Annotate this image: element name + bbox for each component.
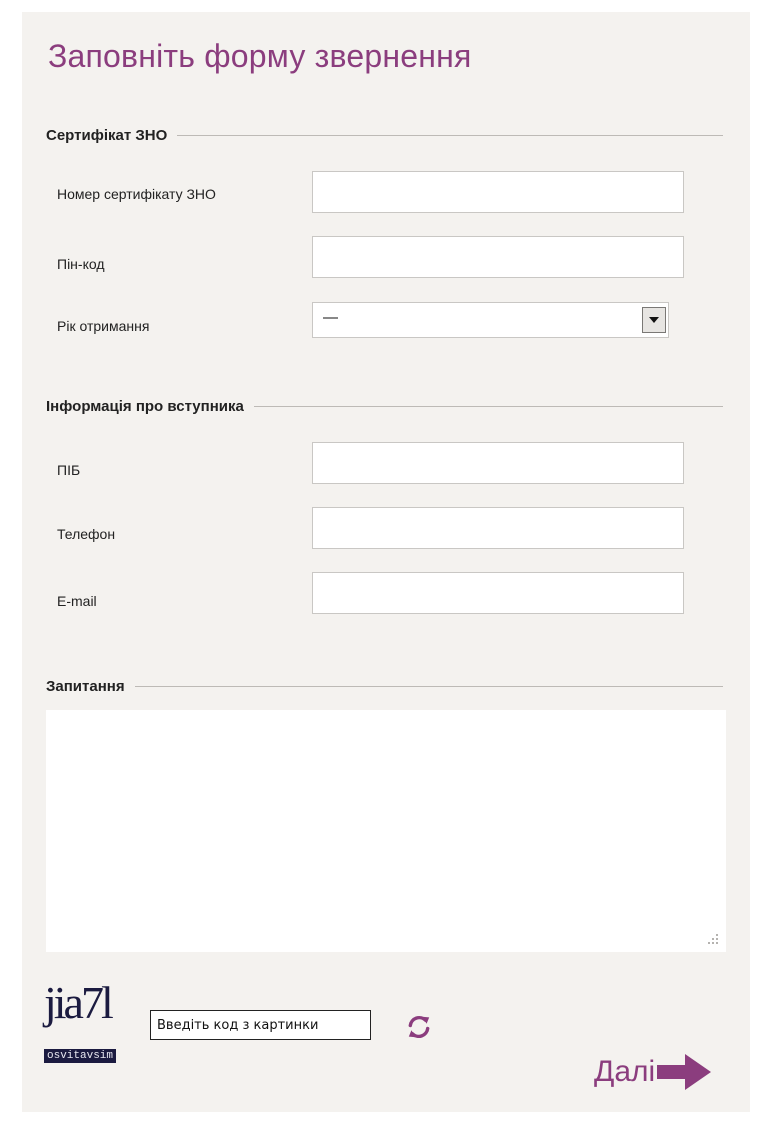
section-certificate: Сертифікат ЗНО <box>46 125 723 145</box>
section-divider <box>134 685 723 687</box>
email-label: E-mail <box>57 593 97 609</box>
section-divider <box>177 134 723 136</box>
section-question: Запитання <box>46 676 723 696</box>
phone-label: Телефон <box>57 526 116 542</box>
full-name-label: ПІБ <box>57 462 81 478</box>
section-question-title: Запитання <box>46 677 125 695</box>
next-button-label: Далі <box>594 1055 656 1088</box>
next-button[interactable]: Далі <box>594 1050 715 1094</box>
page-title: Заповніть форму звернення <box>48 38 472 74</box>
pin-code-label: Пін-код <box>57 256 105 272</box>
year-select[interactable]: — <box>312 302 669 338</box>
resize-handle-icon[interactable] <box>704 930 720 946</box>
captcha-caption: osvitavsim <box>44 1049 117 1063</box>
section-applicant-title: Інформація про вступника <box>46 397 244 415</box>
certificate-number-label: Номер сертифікату ЗНО <box>57 186 216 202</box>
captcha-code: jia7l <box>44 977 114 1028</box>
section-certificate-title: Сертифікат ЗНО <box>46 126 168 144</box>
phone-input[interactable] <box>312 507 684 549</box>
section-applicant: Інформація про вступника <box>46 396 723 416</box>
captcha-image: jia7l osvitavsim <box>44 980 142 1070</box>
year-label: Рік отримання <box>57 318 150 334</box>
question-textarea[interactable] <box>46 710 726 952</box>
chevron-down-icon[interactable] <box>642 307 666 333</box>
section-divider <box>253 405 723 407</box>
captcha-input[interactable] <box>150 1010 371 1040</box>
refresh-icon[interactable] <box>403 1011 435 1043</box>
full-name-input[interactable] <box>312 442 684 484</box>
pin-code-input[interactable] <box>312 236 684 278</box>
certificate-number-input[interactable] <box>312 171 684 213</box>
year-select-value: — <box>323 309 338 326</box>
email-input[interactable] <box>312 572 684 614</box>
arrow-right-icon <box>657 1054 712 1090</box>
